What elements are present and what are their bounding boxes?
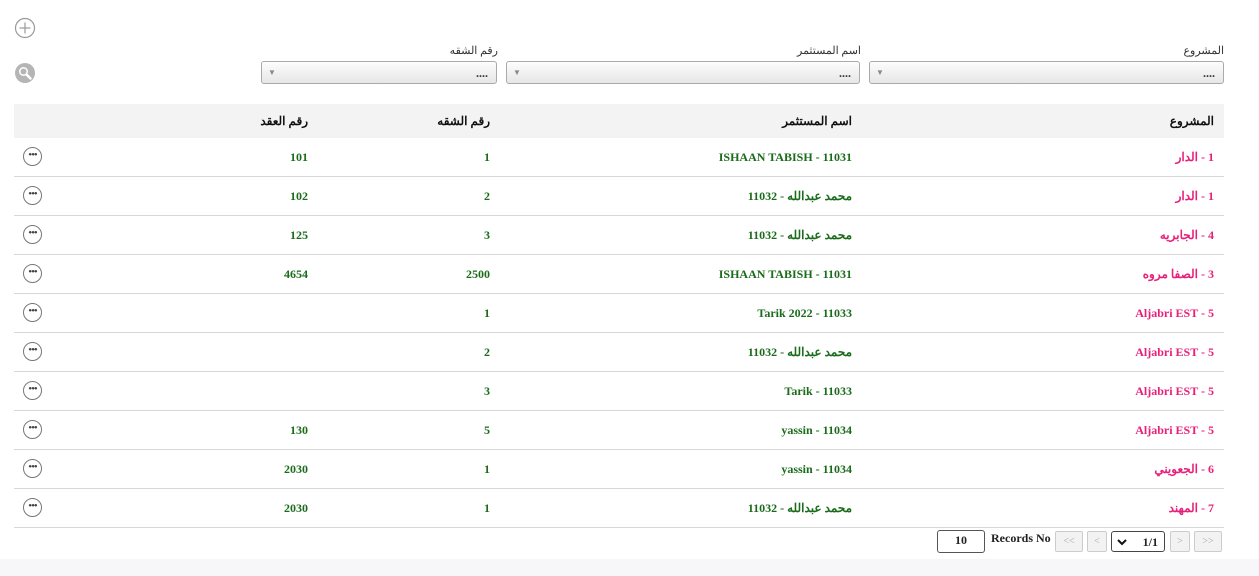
caret-down-icon: ▼: [513, 68, 521, 77]
row-more-button[interactable]: •••: [23, 225, 42, 244]
row-more-button[interactable]: •••: [23, 303, 42, 322]
filter-project-value: ....: [1203, 66, 1215, 80]
cell-contract: 102: [290, 189, 308, 203]
page-select-value: 1/1: [1142, 535, 1158, 549]
cell-project: 7 - المهند: [1168, 501, 1214, 515]
last-page-button[interactable]: >>: [1194, 531, 1222, 552]
caret-down-icon: ▼: [876, 68, 884, 77]
records-per-page-input[interactable]: 10: [937, 530, 985, 553]
filter-apartment-label: رقم الشقه: [449, 45, 498, 57]
table-row[interactable]: 6 - الجعويني yassin - 11034 1 2030 •••: [14, 450, 1224, 489]
row-more-button[interactable]: •••: [23, 186, 42, 205]
filter-project-select[interactable]: .... ▼: [869, 61, 1224, 84]
table-row[interactable]: Aljabri EST - 5 yassin - 11034 5 130 •••: [14, 411, 1224, 450]
cell-project: 4 - الجابريه: [1159, 228, 1214, 242]
prev-page-button[interactable]: <: [1087, 531, 1107, 552]
cell-investor: Tarik 2022 - 11033: [757, 306, 852, 320]
row-more-button[interactable]: •••: [23, 381, 42, 400]
table-row[interactable]: 3 - الصفا مروه ISHAAN TABISH - 11031 2500 4…: [14, 255, 1224, 294]
cell-investor: ISHAAN TABISH - 11031: [718, 150, 852, 164]
cell-investor: yassin - 11034: [781, 462, 852, 476]
table-row[interactable]: 1 - الدار 11032 - محمد عبدالله 2 102 •••: [14, 177, 1224, 216]
caret-down-icon: ▼: [268, 68, 276, 77]
ellipsis-icon: •••: [28, 226, 38, 239]
row-more-button[interactable]: •••: [23, 498, 42, 517]
ellipsis-icon: •••: [28, 304, 38, 317]
cell-apartment: 5: [484, 423, 490, 437]
filter-apartment-select[interactable]: .... ▼: [261, 61, 497, 84]
cell-investor: 11032 - محمد عبدالله: [747, 501, 852, 515]
cell-apartment: 1: [484, 150, 490, 164]
filter-investor-value: ....: [839, 66, 851, 80]
table-row[interactable]: 1 - الدار ISHAAN TABISH - 11031 1 101 •••: [14, 138, 1224, 177]
ellipsis-icon: •••: [28, 382, 38, 395]
table-row[interactable]: 4 - الجابريه 11032 - محمد عبدالله 3 125 •••: [14, 216, 1224, 255]
cell-contract: 101: [290, 150, 308, 164]
cell-project: Aljabri EST - 5: [1135, 345, 1214, 359]
cell-apartment: 3: [484, 384, 490, 398]
filter-investor-select[interactable]: .... ▼: [506, 61, 860, 84]
filter-apartment-value: ....: [476, 66, 488, 80]
row-more-button[interactable]: •••: [23, 147, 42, 166]
row-more-button[interactable]: •••: [23, 342, 42, 361]
table-header: المشروع اسم المستثمر رقم الشقه رقم العقد: [14, 104, 1224, 138]
cell-project: 1 - الدار: [1175, 189, 1214, 203]
chevron-down-icon: [1117, 539, 1127, 546]
search-icon[interactable]: [14, 62, 36, 84]
ellipsis-icon: •••: [28, 265, 38, 278]
header-investor[interactable]: اسم المستثمر: [782, 114, 852, 129]
ellipsis-icon: •••: [28, 187, 38, 200]
cell-investor: 11032 - محمد عبدالله: [747, 228, 852, 242]
ellipsis-icon: •••: [28, 148, 38, 161]
filter-project-label: المشروع: [1183, 45, 1224, 57]
header-project[interactable]: المشروع: [1170, 114, 1214, 129]
header-contract[interactable]: رقم العقد: [260, 114, 308, 129]
row-more-button[interactable]: •••: [23, 420, 42, 439]
cell-apartment: 1: [484, 501, 490, 515]
cell-investor: yassin - 11034: [781, 423, 852, 437]
table-row[interactable]: 7 - المهند 11032 - محمد عبدالله 1 2030 •••: [14, 489, 1224, 528]
table-row[interactable]: Aljabri EST - 5 11032 - محمد عبدالله 2 •••: [14, 333, 1224, 372]
cell-apartment: 2: [484, 189, 490, 203]
ellipsis-icon: •••: [28, 343, 38, 356]
cell-apartment: 1: [484, 462, 490, 476]
ellipsis-icon: •••: [28, 499, 38, 512]
table-row[interactable]: Aljabri EST - 5 Tarik - 11033 3 •••: [14, 372, 1224, 411]
cell-project: 1 - الدار: [1175, 150, 1214, 164]
ellipsis-icon: •••: [28, 460, 38, 473]
cell-investor: Tarik - 11033: [784, 384, 852, 398]
cell-contract: 2030: [284, 462, 308, 476]
row-more-button[interactable]: •••: [23, 459, 42, 478]
cell-contract: 130: [290, 423, 308, 437]
cell-project: 3 - الصفا مروه: [1142, 267, 1214, 281]
cell-project: Aljabri EST - 5: [1135, 423, 1214, 437]
row-more-button[interactable]: •••: [23, 264, 42, 283]
records-per-page-label: Records No: [991, 531, 1051, 545]
cell-contract: 2030: [284, 501, 308, 515]
cell-project: 6 - الجعويني: [1154, 462, 1214, 476]
cell-investor: 11032 - محمد عبدالله: [747, 189, 852, 203]
cell-contract: 4654: [284, 267, 308, 281]
cell-apartment: 2: [484, 345, 490, 359]
cell-investor: 11032 - محمد عبدالله: [747, 345, 852, 359]
next-page-button[interactable]: >: [1170, 531, 1190, 552]
cell-project: Aljabri EST - 5: [1135, 306, 1214, 320]
results-table: المشروع اسم المستثمر رقم الشقه رقم العقد…: [14, 104, 1224, 528]
cell-investor: ISHAAN TABISH - 11031: [718, 267, 852, 281]
cell-apartment: 3: [484, 228, 490, 242]
footer-bar: [0, 559, 1259, 576]
cell-project: Aljabri EST - 5: [1135, 384, 1214, 398]
cell-apartment: 2500: [466, 267, 490, 281]
filter-investor-label: اسم المستثمر: [797, 45, 861, 57]
header-apartment[interactable]: رقم الشقه: [437, 114, 490, 129]
ellipsis-icon: •••: [28, 421, 38, 434]
first-page-button[interactable]: <<: [1055, 531, 1083, 552]
table-row[interactable]: Aljabri EST - 5 Tarik 2022 - 11033 1 •••: [14, 294, 1224, 333]
page-select[interactable]: 1/1: [1111, 531, 1165, 552]
cell-contract: 125: [290, 228, 308, 242]
add-icon[interactable]: [14, 17, 36, 39]
cell-apartment: 1: [484, 306, 490, 320]
